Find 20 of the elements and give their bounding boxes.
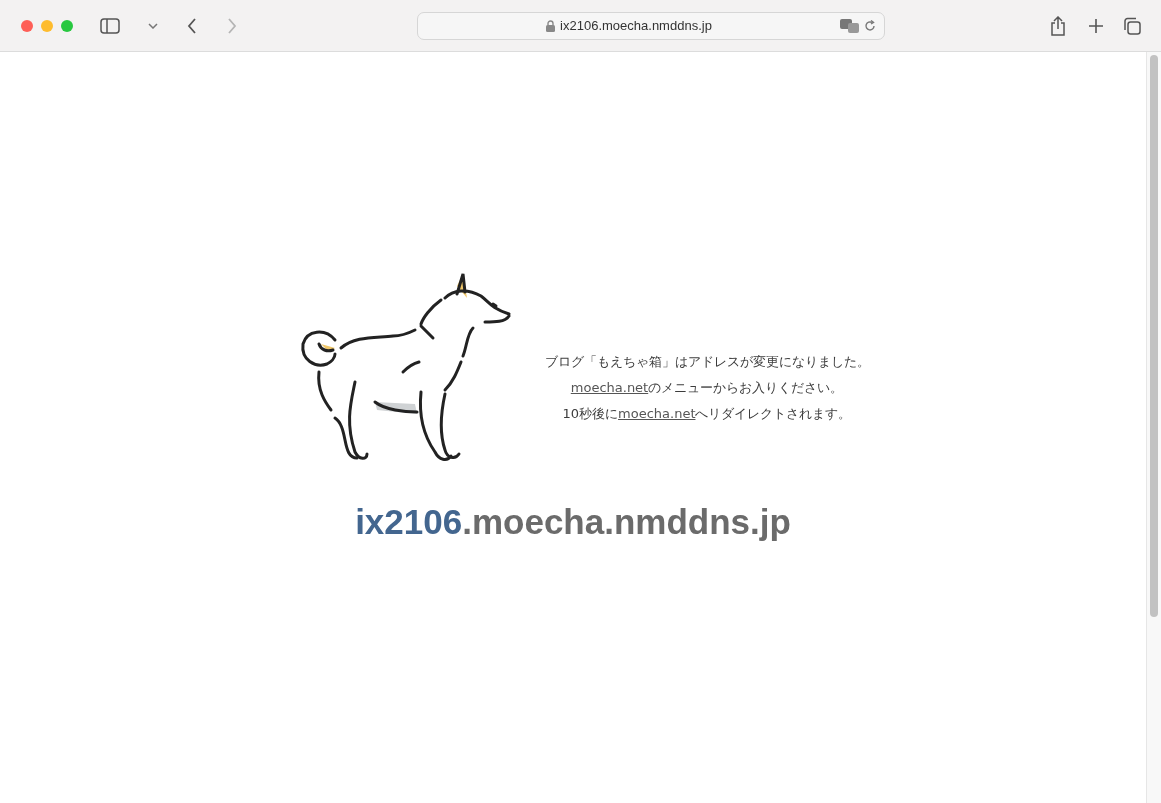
chevron-down-icon (148, 22, 158, 29)
share-icon (1050, 15, 1066, 36)
scrollbar[interactable] (1146, 52, 1161, 803)
translate-icon[interactable] (840, 18, 860, 33)
lock-icon (546, 19, 556, 32)
plus-icon (1088, 17, 1104, 34)
back-chevron-icon (187, 17, 197, 34)
hostname-heading: ix2106.moecha.nmddns.jp (355, 502, 791, 542)
close-window-button[interactable] (21, 19, 33, 32)
address-bar[interactable]: ix2106.moecha.nmddns.jp (417, 11, 885, 40)
message-line: 10秒後にmoecha.netへリダイレクトされます。 (562, 405, 852, 423)
link[interactable]: moecha.net (618, 406, 696, 421)
forward-chevron-icon (227, 17, 237, 34)
message-line: ブログ「もえちゃ箱」はアドレスが変更になりました。 (544, 353, 870, 371)
message-line: moecha.netのメニューからお入りください。 (570, 379, 844, 397)
sidebar-icon (100, 17, 120, 34)
tabs-icon (1123, 16, 1141, 35)
link[interactable]: moecha.net (570, 380, 649, 395)
reload-icon (864, 19, 876, 32)
url-text: ix2106.moecha.nmddns.jp (560, 18, 712, 33)
